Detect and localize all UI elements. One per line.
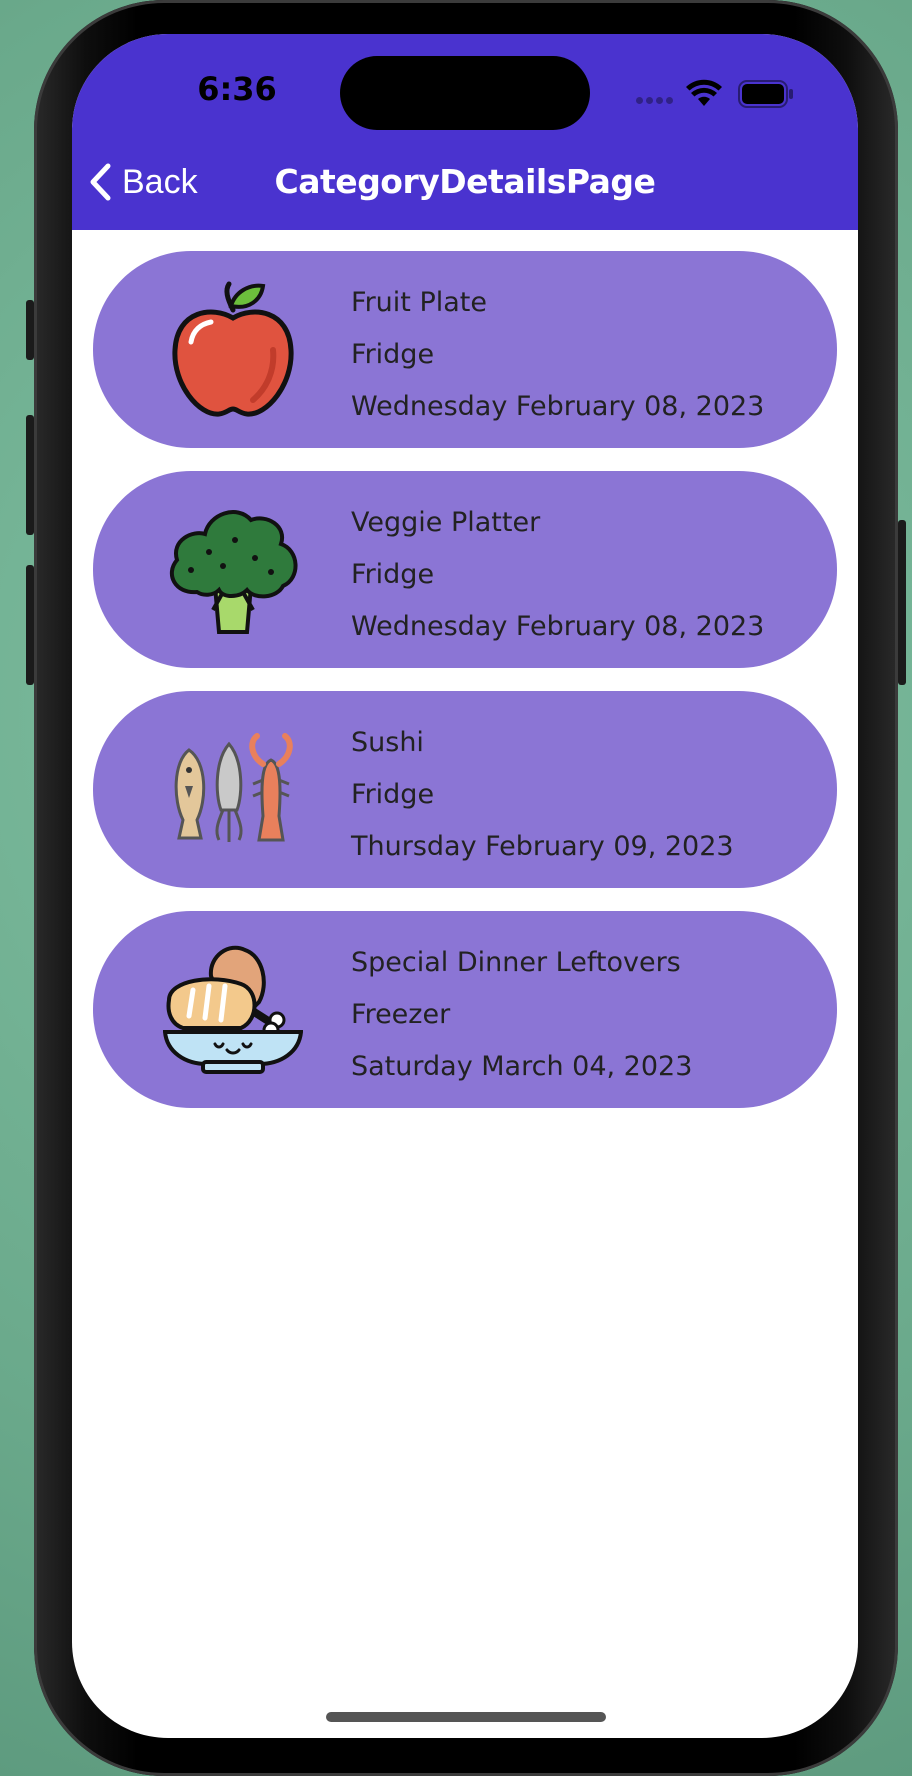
back-label: Back <box>122 162 198 201</box>
item-location: Freezer <box>351 999 451 1030</box>
item-name: Sushi <box>351 727 424 758</box>
volume-down-button <box>26 565 34 685</box>
home-indicator[interactable] <box>326 1712 606 1722</box>
item-details: Fruit Plate Fridge Wednesday February 08… <box>351 277 764 433</box>
item-date: Wednesday February 08, 2023 <box>351 611 765 642</box>
cellular-signal-icon <box>636 97 676 105</box>
item-date: Wednesday February 08, 2023 <box>351 391 765 422</box>
item-name: Fruit Plate <box>351 287 487 318</box>
chevron-left-icon <box>90 163 111 201</box>
item-name: Special Dinner Leftovers <box>351 947 681 978</box>
list-item[interactable]: Veggie Platter Fridge Wednesday February… <box>93 471 837 668</box>
item-date: Saturday March 04, 2023 <box>351 1051 693 1082</box>
app-screen: 6:36 Back CategoryDetailsPage Fruit Plat… <box>72 34 858 1738</box>
dinner-plate-icon <box>163 945 303 1074</box>
wifi-icon <box>686 79 722 106</box>
navigation-bar: 6:36 Back CategoryDetailsPage <box>72 34 858 230</box>
item-location: Fridge <box>351 559 435 590</box>
list-item[interactable]: Sushi Fridge Thursday February 09, 2023 <box>93 691 837 888</box>
status-time: 6:36 <box>197 70 277 108</box>
power-button <box>898 520 906 685</box>
item-details: Special Dinner Leftovers Freezer Saturda… <box>351 937 692 1093</box>
item-location: Fridge <box>351 779 435 810</box>
volume-up-button <box>26 415 34 535</box>
apple-icon <box>172 281 294 417</box>
mute-switch <box>26 300 34 360</box>
item-details: Veggie Platter Fridge Wednesday February… <box>351 497 764 653</box>
page-title: CategoryDetailsPage <box>274 162 656 201</box>
dynamic-island <box>340 56 590 130</box>
item-name: Veggie Platter <box>351 507 541 538</box>
seafood-icon <box>174 733 293 842</box>
back-button[interactable]: Back <box>88 160 198 204</box>
list-item[interactable]: Fruit Plate Fridge Wednesday February 08… <box>93 251 837 448</box>
broccoli-icon <box>169 510 298 634</box>
list-item[interactable]: Special Dinner Leftovers Freezer Saturda… <box>93 911 837 1108</box>
item-details: Sushi Fridge Thursday February 09, 2023 <box>351 717 734 873</box>
item-location: Fridge <box>351 339 435 370</box>
item-date: Thursday February 09, 2023 <box>351 831 734 862</box>
battery-icon <box>738 80 793 108</box>
